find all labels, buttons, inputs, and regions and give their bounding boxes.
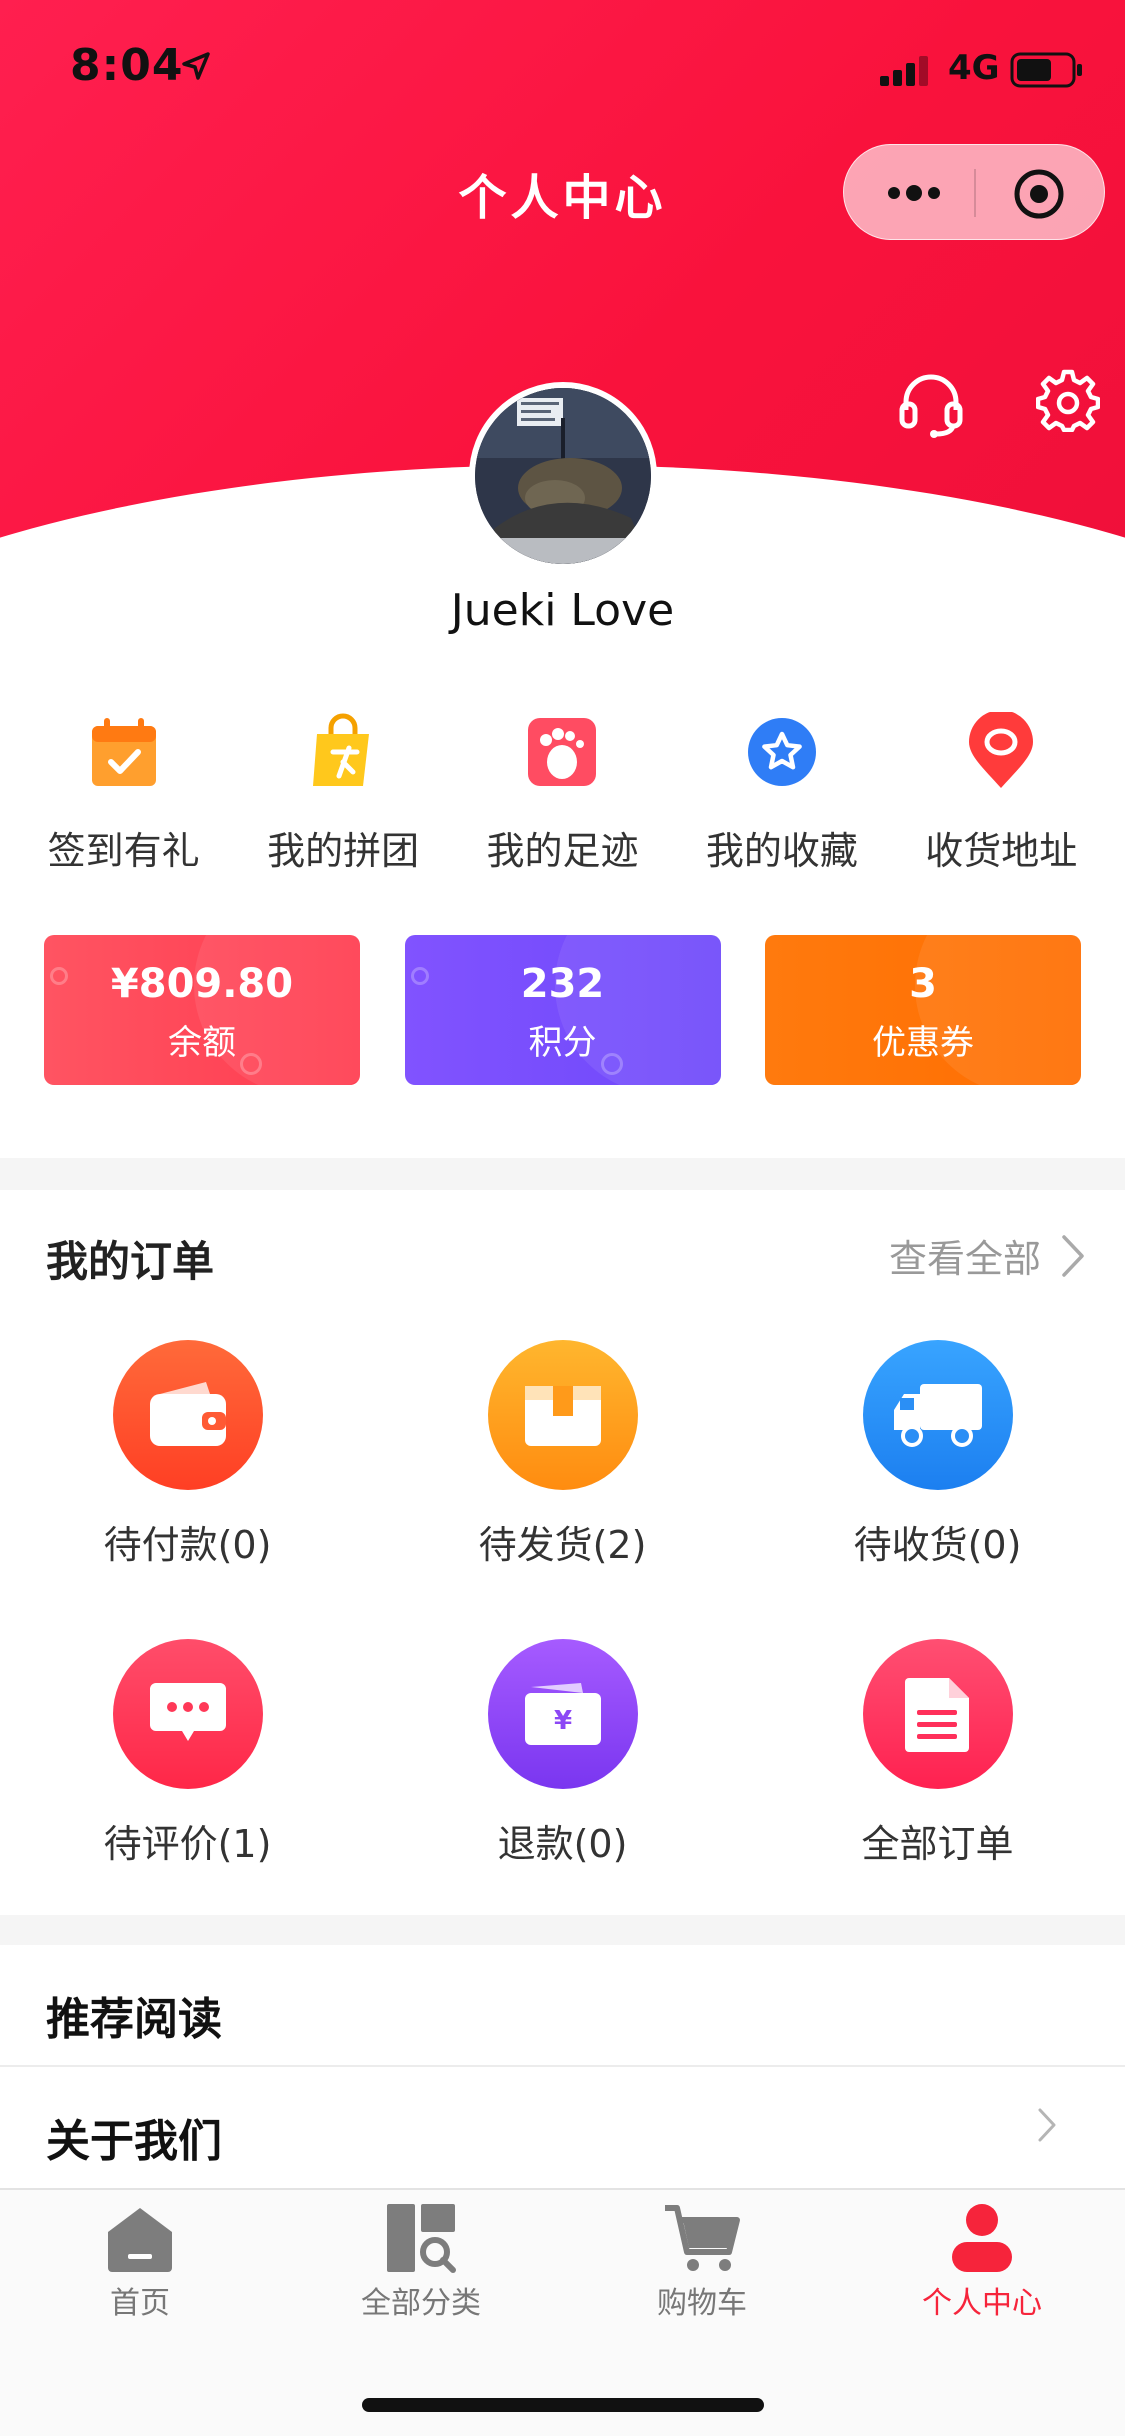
section-divider (0, 1915, 1125, 1945)
avatar[interactable] (469, 382, 657, 570)
tab-label: 全部分类 (361, 2286, 481, 2321)
gear-icon[interactable] (1036, 368, 1100, 432)
footprint-icon (528, 718, 597, 786)
stat-label: 余额 (168, 1023, 236, 1063)
quick-link-label: 收货地址 (925, 829, 1078, 873)
svg-text:¥: ¥ (553, 1706, 571, 1736)
package-icon (524, 1386, 601, 1446)
quick-link-label: 我的拼团 (267, 829, 420, 873)
star-icon (747, 718, 816, 786)
more-icon[interactable] (884, 173, 944, 213)
order-status-grid: 待付款(0) 待发货(2) 待收货(0) 待评价(1) ¥ 退款(0) 全部订单 (0, 1340, 1125, 1868)
document-icon (904, 1678, 969, 1752)
headset-icon[interactable] (896, 370, 966, 438)
order-pending-shipment[interactable]: 待发货(2) (375, 1340, 750, 1569)
location-pin-icon (969, 712, 1034, 788)
chevron-right-icon (1062, 1234, 1084, 1277)
points-card[interactable]: 232 积分 (404, 935, 721, 1085)
order-icon-circle (862, 1639, 1013, 1789)
tab-label: 个人中心 (922, 2286, 1042, 2321)
order-label: 全部订单 (861, 1822, 1014, 1866)
quick-link-address[interactable]: 收货地址 (901, 712, 1101, 882)
username[interactable]: Jueki Love (0, 585, 1125, 636)
stat-label: 积分 (528, 1023, 597, 1063)
order-label: 待收货(0) (853, 1523, 1022, 1567)
quick-link-group-buy[interactable]: 我的拼团 (243, 712, 443, 882)
order-icon-circle (862, 1340, 1013, 1490)
stat-value: 3 (909, 961, 937, 1007)
comment-icon (149, 1683, 226, 1741)
menu-recommended-reading[interactable]: 推荐阅读 (0, 1945, 1125, 2065)
status-bar: 8:04 4G (0, 0, 1125, 130)
order-icon-circle (112, 1340, 263, 1490)
cart-icon (665, 2205, 740, 2271)
order-pending-payment[interactable]: 待付款(0) (0, 1340, 375, 1569)
stat-label: 优惠券 (872, 1023, 974, 1063)
quick-link-footprints[interactable]: 我的足迹 (462, 712, 662, 882)
order-pending-review[interactable]: 待评价(1) (0, 1639, 375, 1868)
quick-link-label: 我的足迹 (486, 829, 639, 873)
refund-icon: ¥ (524, 1683, 601, 1745)
avatar-photo (475, 388, 651, 564)
stat-value: 232 (520, 961, 605, 1007)
section-divider (0, 1158, 1125, 1190)
wallet-icon (149, 1382, 226, 1446)
signal-icon (880, 56, 928, 86)
menu-label: 关于我们 (46, 2116, 222, 2167)
order-pending-receipt[interactable]: 待收货(0) (750, 1340, 1125, 1569)
menu-about-us[interactable]: 关于我们 (0, 2067, 1125, 2187)
order-refund[interactable]: ¥ 退款(0) (375, 1639, 750, 1868)
quick-link-label: 我的收藏 (705, 829, 858, 873)
orders-title: 我的订单 (46, 1237, 215, 1286)
order-label: 退款(0) (497, 1822, 628, 1866)
tab-home[interactable]: 首页 (40, 2202, 240, 2322)
menu-label: 推荐阅读 (46, 1994, 222, 2045)
quick-link-favorites[interactable]: 我的收藏 (682, 712, 882, 882)
shopping-bag-icon (313, 713, 370, 786)
order-label: 待付款(0) (103, 1523, 272, 1567)
category-icon (387, 2204, 456, 2273)
chevron-right-icon (1038, 2108, 1056, 2142)
home-indicator (362, 2398, 764, 2412)
home-icon (108, 2208, 172, 2272)
order-label: 待发货(2) (478, 1523, 647, 1567)
capsule-divider (974, 169, 976, 217)
quick-link-sign-in[interactable]: 签到有礼 (24, 712, 224, 882)
order-icon-circle (487, 1340, 638, 1490)
order-all[interactable]: 全部订单 (750, 1639, 1125, 1868)
tab-profile[interactable]: 个人中心 (882, 2202, 1082, 2322)
coupons-card[interactable]: 3 优惠券 (765, 935, 1081, 1085)
tab-label: 购物车 (657, 2286, 747, 2321)
location-arrow-icon (182, 52, 210, 80)
view-all-label: 查看全部 (888, 1237, 1041, 1281)
profile-icon (952, 2204, 1012, 2272)
order-label: 待评价(1) (103, 1822, 272, 1866)
stat-value: ¥809.80 (110, 961, 294, 1007)
truck-icon (893, 1384, 982, 1447)
order-icon-circle (112, 1639, 263, 1789)
tab-categories[interactable]: 全部分类 (321, 2202, 521, 2322)
orders-section: 我的订单 查看全部 待付款(0) 待发货(2) 待收货(0) 待评价(1) ¥ … (0, 1190, 1125, 1915)
balance-card[interactable]: ¥809.80 余额 (44, 935, 360, 1085)
calendar-check-icon (91, 718, 156, 786)
view-all-orders-link[interactable]: 查看全部 (889, 1228, 1085, 1283)
close-target-icon[interactable] (1012, 167, 1066, 221)
mini-program-capsule (843, 144, 1105, 240)
status-time: 8:04 (70, 40, 184, 91)
order-icon-circle: ¥ (487, 1639, 638, 1789)
tab-cart[interactable]: 购物车 (602, 2202, 802, 2322)
account-stats: ¥809.80 余额 232 积分 3 优惠券 (44, 935, 1081, 1085)
quick-links: 签到有礼 我的拼团 我的足迹 我的收藏 收货地址 (0, 712, 1125, 882)
quick-link-label: 签到有礼 (47, 829, 200, 873)
network-label: 4G (948, 48, 1000, 88)
battery-icon (1010, 52, 1082, 88)
tab-label: 首页 (110, 2286, 170, 2321)
